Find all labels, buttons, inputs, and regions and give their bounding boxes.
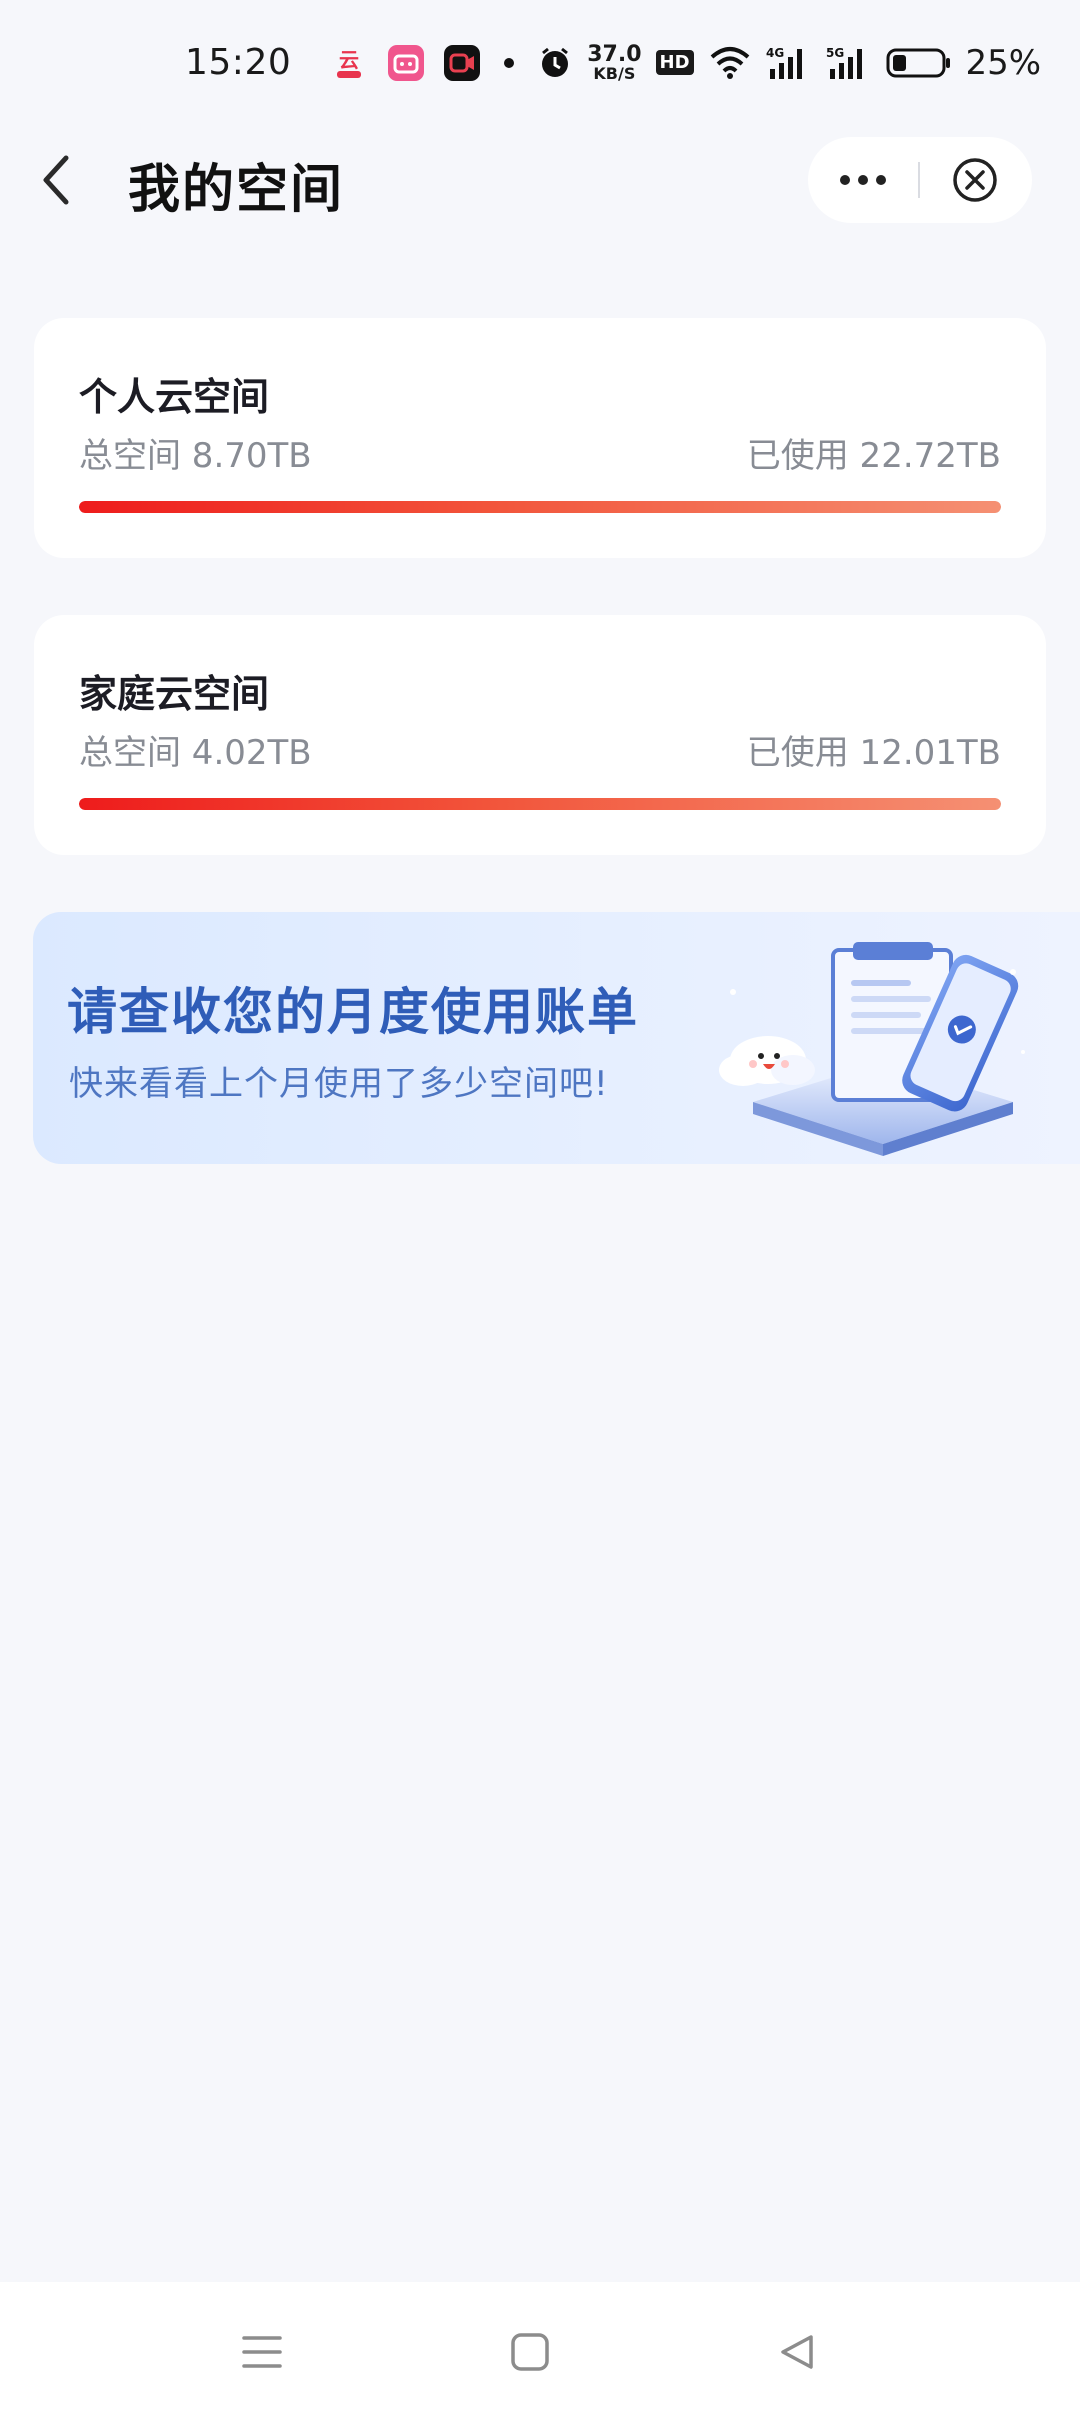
mini-program-capsule [808,137,1032,223]
bilibili-icon [387,44,425,82]
alarm-icon [537,45,573,81]
back-triangle-icon [781,2335,813,2369]
usage-bar-fill [79,501,1001,513]
back-nav-button[interactable] [766,2322,826,2382]
system-nav-bar [0,2282,1080,2412]
battery-icon [886,46,952,80]
page-title: 我的空间 [128,160,345,220]
net-speed-value: 37.0 [587,41,642,67]
net-speed-unit: KB/S [593,63,636,83]
card-title: 家庭云空间 [79,672,270,716]
close-circle-icon [953,158,997,202]
used-space: 已使用 12.01TB [746,733,1001,773]
home-square-icon [511,2333,549,2371]
total-space: 总空间 8.70TB [79,436,312,476]
more-dots-icon [840,175,886,185]
page-header: 我的空间 [0,125,1080,235]
cloud-app-icon: 云 [329,43,369,83]
recents-button[interactable] [232,2322,292,2382]
chevron-left-icon [43,155,69,205]
total-space: 总空间 4.02TB [79,733,312,773]
usage-bar [79,501,1001,513]
banner-subtitle: 快来看看上个月使用了多少空间吧! [69,1064,609,1104]
usage-bar-fill [79,798,1001,810]
signal-4g-icon: 4G [766,45,812,81]
menu-icon [242,2336,282,2368]
svg-text:云: 云 [339,48,359,72]
home-button[interactable] [500,2322,560,2382]
back-button[interactable] [38,145,88,215]
used-space: 已使用 22.72TB [746,436,1001,476]
svg-text:4G: 4G [766,46,784,60]
monthly-bill-banner[interactable]: 请查收您的月度使用账单 快来看看上个月使用了多少空间吧! [33,912,1080,1164]
svg-text:5G: 5G [826,46,844,60]
banner-title: 请查收您的月度使用账单 [67,983,639,1041]
video-recorder-icon [443,44,481,82]
bill-phone-cloud-illustration [719,942,1025,1156]
family-cloud-card[interactable]: 家庭云空间 总空间 4.02TB 已使用 12.01TB [34,615,1046,855]
battery-percent: 25% [965,42,1042,83]
signal-5g-icon: 5G [826,45,872,81]
network-speed: 37.0 KB/S [587,41,642,83]
more-button[interactable] [808,137,918,223]
usage-bar [79,798,1001,810]
status-bar: 15:20 云 37.0 KB/S HD 4G 5G 25% [0,0,1080,125]
status-time: 15:20 [185,42,292,83]
card-title: 个人云空间 [79,375,270,419]
wifi-icon [708,45,752,81]
personal-cloud-card[interactable]: 个人云空间 总空间 8.70TB 已使用 22.72TB [34,318,1046,558]
hd-badge: HD [655,50,694,75]
notification-dot-icon [499,53,519,73]
close-button[interactable] [920,137,1030,223]
